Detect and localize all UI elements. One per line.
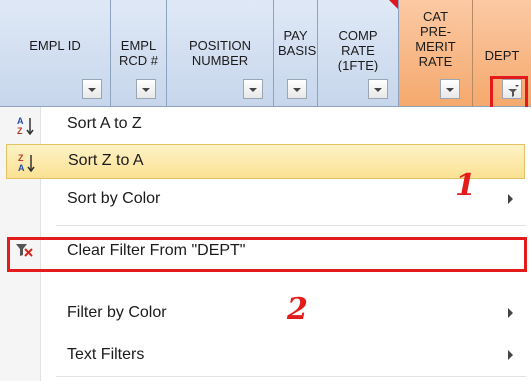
column-header-empl-id[interactable]: EMPL ID <box>0 0 111 107</box>
annotation-number-2: 2 <box>287 292 308 327</box>
svg-text:Z: Z <box>18 153 24 163</box>
column-label: EMPL RCD # <box>118 38 158 68</box>
menu-item-label: Sort A to Z <box>67 115 142 132</box>
svg-text:A: A <box>18 163 25 173</box>
menu-item-label: Sort by Color <box>67 190 161 207</box>
menu-separator <box>56 376 526 377</box>
column-header-comp-rate[interactable]: COMP RATE (1FTE) <box>318 0 399 107</box>
annotation-box-2 <box>7 237 527 272</box>
filter-context-menu: A Z Sort A to Z Z A Sort Z to A Sort by … <box>0 107 531 381</box>
column-label: POSITION NUMBER <box>188 38 252 68</box>
filter-dropdown-button[interactable] <box>136 79 156 99</box>
menu-separator <box>56 225 526 226</box>
filter-dropdown-button[interactable] <box>368 79 388 99</box>
submenu-arrow-icon <box>508 308 513 318</box>
submenu-arrow-icon <box>508 194 513 204</box>
menu-item-label: Sort Z to A <box>68 152 144 169</box>
svg-text:Z: Z <box>17 126 23 136</box>
column-header-cat-pre-merit-rate[interactable]: CAT PRE-MERIT RATE (1FTE) <box>399 0 473 107</box>
column-label: PAY BASIS <box>278 28 317 58</box>
menu-item-sort-z-to-a[interactable]: Z A Sort Z to A <box>6 144 525 179</box>
column-label: COMP RATE (1FTE) <box>337 28 379 72</box>
column-label: EMPL ID <box>29 38 81 53</box>
comment-indicator <box>389 0 398 9</box>
filter-dropdown-button[interactable] <box>243 79 263 99</box>
column-header-row: EMPL ID EMPL RCD # POSITION NUMBER PAY B… <box>0 0 531 107</box>
submenu-arrow-icon <box>508 350 513 360</box>
annotation-box-1 <box>490 76 528 111</box>
column-header-pay-basis[interactable]: PAY BASIS <box>274 0 318 107</box>
annotation-number-1: 1 <box>455 168 476 203</box>
menu-item-label: Text Filters <box>67 346 145 363</box>
filter-dropdown-button[interactable] <box>440 79 460 99</box>
svg-text:A: A <box>17 116 24 126</box>
menu-item-sort-by-color[interactable]: Sort by Color <box>0 182 531 216</box>
menu-item-sort-a-to-z[interactable]: A Z Sort A to Z <box>0 107 531 141</box>
column-header-empl-rcd[interactable]: EMPL RCD # <box>111 0 167 107</box>
menu-item-label: Filter by Color <box>67 304 167 321</box>
column-header-position-number[interactable]: POSITION NUMBER <box>167 0 274 107</box>
column-label: CAT PRE-MERIT RATE (1FTE) <box>415 9 456 71</box>
menu-item-text-filters[interactable]: Text Filters <box>0 338 531 372</box>
filter-dropdown-button[interactable] <box>82 79 102 99</box>
filter-dropdown-button[interactable] <box>287 79 307 99</box>
column-label: DEPT <box>484 48 520 63</box>
menu-item-filter-by-color[interactable]: Filter by Color <box>0 296 531 330</box>
sort-descending-icon: Z A <box>15 152 35 173</box>
sort-ascending-icon: A Z <box>14 115 34 136</box>
